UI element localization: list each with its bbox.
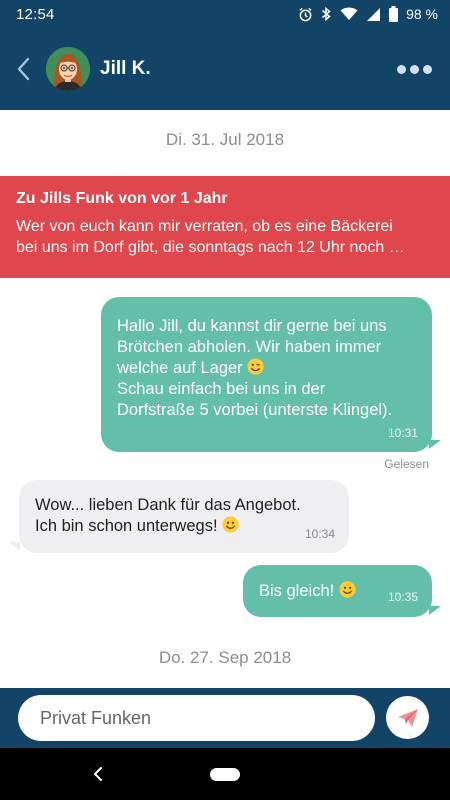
battery-icon: [389, 6, 399, 22]
date-separator: Di. 31. Jul 2018: [165, 130, 285, 149]
status-icons: 98 %: [298, 6, 438, 22]
composer-bar: [0, 688, 450, 748]
more-dots-icon: [397, 64, 406, 74]
battery-percent: 98 %: [406, 6, 438, 22]
bubble-tail: [8, 542, 20, 551]
contact-name[interactable]: Jill K.: [100, 58, 151, 80]
alarm-icon: [299, 7, 312, 21]
message-time: 10:35: [387, 590, 418, 604]
nav-back-button[interactable]: [88, 762, 108, 786]
nav-home-button[interactable]: [210, 768, 240, 781]
paper-plane-icon: [397, 708, 418, 727]
message-input[interactable]: [18, 695, 375, 741]
message-line: Ich bin schon unterwegs!: [35, 517, 218, 535]
smile-emoji-icon: [222, 516, 239, 533]
chat-header: Jill K.: [0, 28, 450, 110]
chat-area[interactable]: Di. 31. Jul 2018 Zu Jills Funk von vor 1…: [0, 110, 450, 688]
message-line: Bis gleich!: [259, 582, 335, 600]
banner-title: Zu Jills Funk von vor 1 Jahr: [16, 190, 228, 207]
chevron-left-icon: [17, 57, 30, 81]
message-line: Schau einfach bei uns in der: [117, 380, 326, 398]
wink-emoji-icon: [247, 358, 264, 375]
bubble-tail: [429, 606, 441, 615]
more-options-button[interactable]: [395, 59, 434, 80]
avatar[interactable]: [46, 47, 90, 91]
message-line: Brötchen abholen. Wir haben immer: [117, 338, 382, 356]
bubble-tail: [429, 440, 441, 449]
bluetooth-icon: [322, 6, 331, 22]
message-line: welche auf Lager: [117, 359, 243, 377]
back-button[interactable]: [6, 49, 40, 89]
more-dots-icon: [410, 64, 419, 74]
message-line-with-emoji: welche auf Lager: [117, 358, 416, 379]
incoming-message[interactable]: Wow... lieben Dank für das Angebot. Ich …: [19, 480, 349, 553]
message-time: 10:34: [304, 527, 335, 541]
outgoing-message[interactable]: Hallo Jill, du kannst dir gerne bei uns …: [101, 297, 432, 452]
status-bar: 12:54 98 %: [0, 0, 450, 28]
date-separator: Do. 27. Sep 2018: [158, 648, 292, 667]
message-line-with-emoji: Ich bin schon unterwegs!: [35, 516, 333, 537]
status-time: 12:54: [16, 5, 55, 23]
message-line: Dorfstraße 5 vorbei (unterste Klingel).: [117, 401, 393, 419]
message-time: 10:31: [387, 426, 418, 440]
outgoing-message[interactable]: Bis gleich! 10:35: [243, 565, 432, 617]
system-nav-bar: [0, 748, 450, 800]
nav-back-icon: [94, 767, 102, 781]
message-line: Hallo Jill, du kannst dir gerne bei uns: [117, 317, 387, 335]
message-line: Wow... lieben Dank für das Angebot.: [35, 496, 301, 514]
wifi-icon: [340, 7, 358, 20]
read-status: Gelesen: [384, 457, 429, 471]
banner-text-line: bei uns im Dorf gibt, die sonntags nach …: [16, 239, 405, 256]
avatar-portrait: [46, 47, 90, 91]
more-dots-icon: [423, 64, 432, 74]
smile-emoji-icon: [339, 581, 356, 598]
banner-text-line: Wer von euch kann mir verraten, ob es ei…: [16, 218, 393, 235]
send-button[interactable]: [386, 696, 429, 739]
signal-icon: [367, 7, 381, 21]
memory-banner[interactable]: Zu Jills Funk von vor 1 Jahr Wer von euc…: [0, 176, 450, 278]
